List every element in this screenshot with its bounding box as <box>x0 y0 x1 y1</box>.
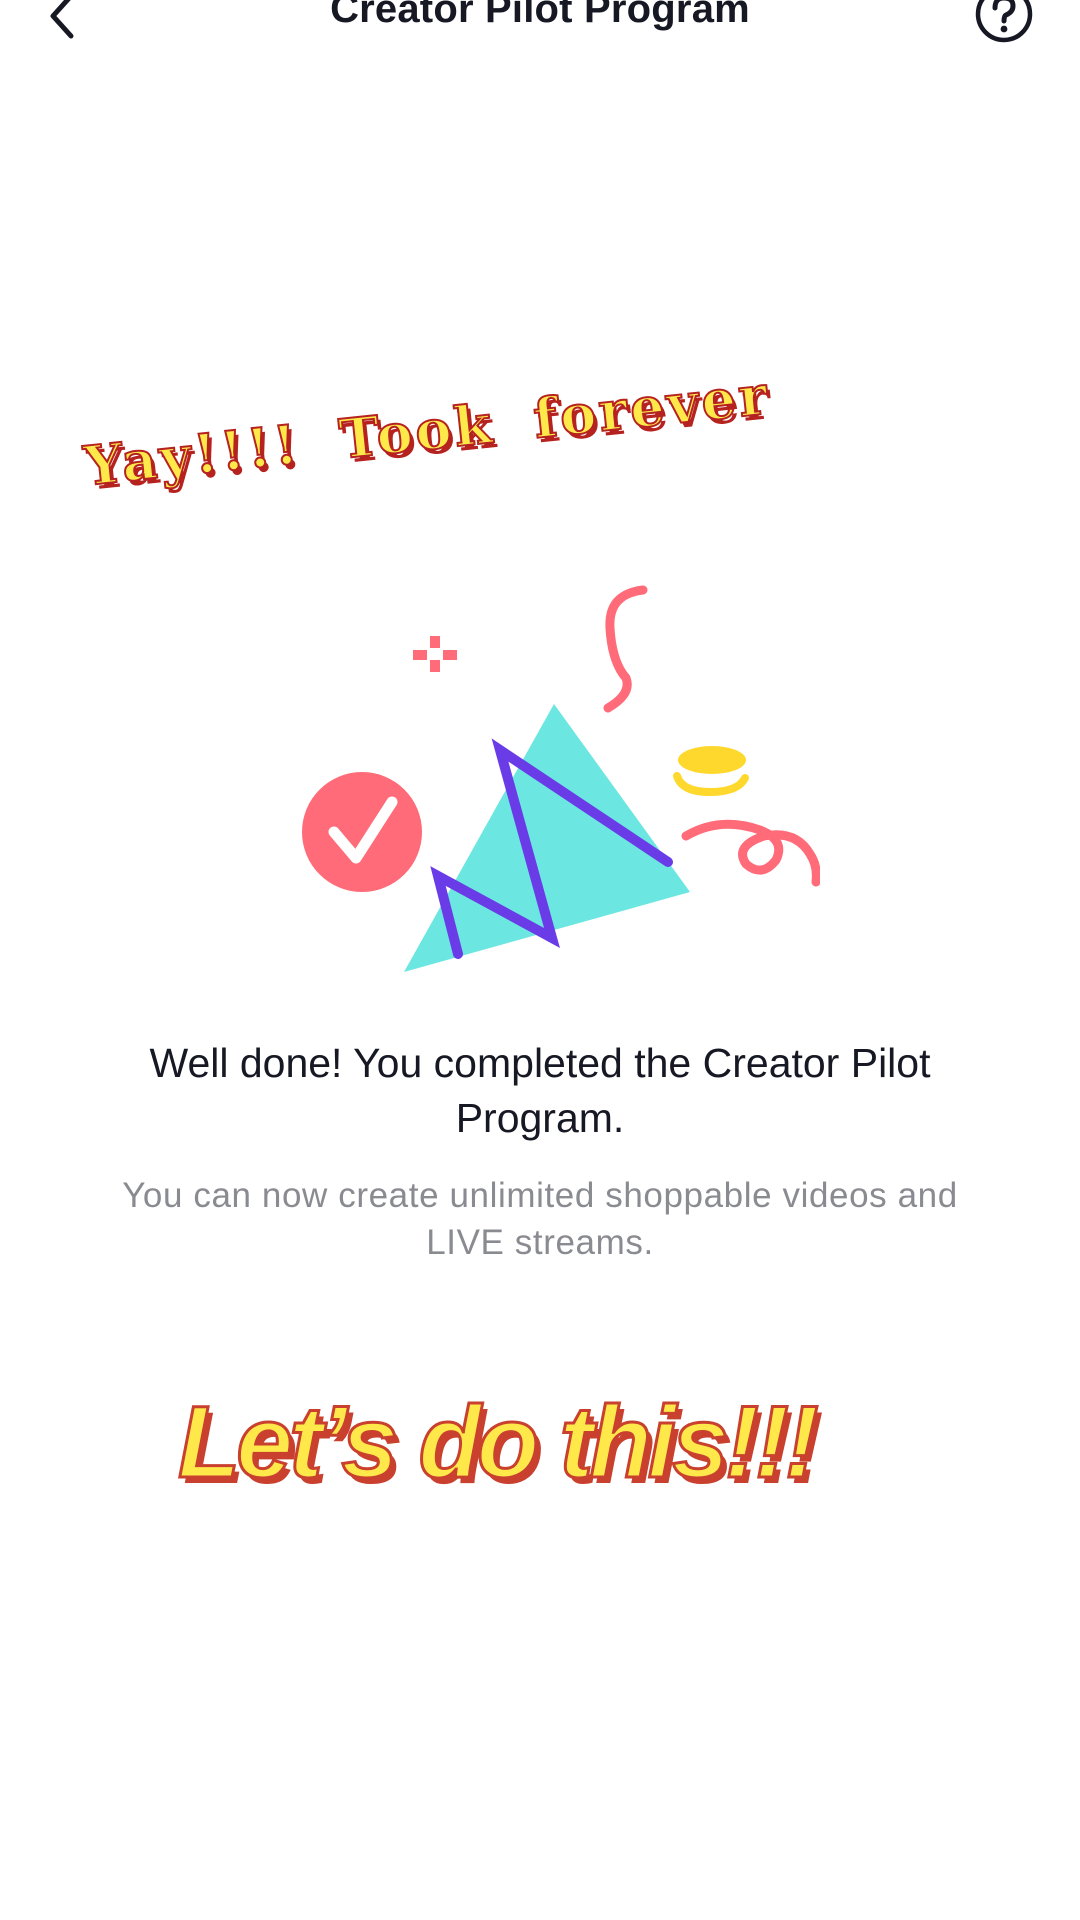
coin-shape <box>678 746 746 774</box>
completion-message-title: Well done! You completed the Creator Pil… <box>149 1040 931 1141</box>
squiggle-top <box>603 585 648 713</box>
question-circle-icon <box>975 0 1033 43</box>
completion-message-subtitle: You can now create unlimited shoppable v… <box>122 1176 958 1262</box>
celebration-illustration <box>302 585 820 972</box>
squiggle-right <box>681 819 820 887</box>
help-button[interactable] <box>974 0 1034 43</box>
page-title: Creator Pilot Program <box>330 0 750 31</box>
top-navigation-bar: Creator Pilot Program <box>0 0 1080 64</box>
coin-edge <box>673 772 749 797</box>
check-circle <box>302 772 422 892</box>
sticker-text-lets-do-this: Let’s do this!!! <box>177 1384 821 1501</box>
sticker-text-yay: Yay!!!! Took forever <box>80 361 774 499</box>
plus-shape <box>413 636 457 672</box>
